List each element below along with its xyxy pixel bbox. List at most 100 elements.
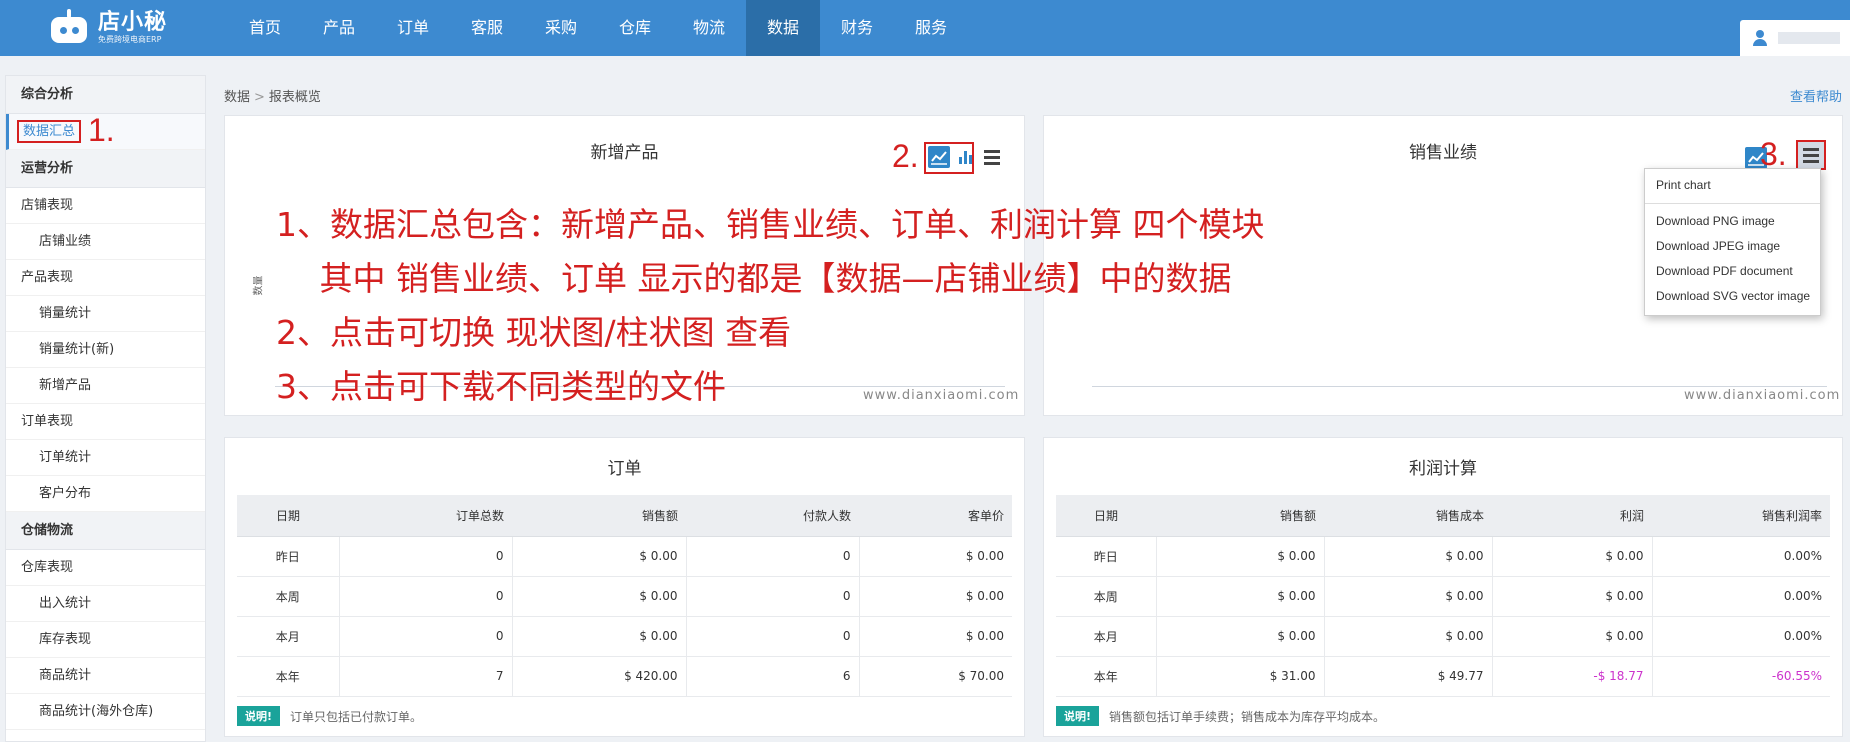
sidebar-item-label: 客户分布 [39, 486, 92, 501]
sidebar-item[interactable]: 店铺业绩 [6, 224, 205, 260]
sidebar-item-label: 数据汇总 [17, 120, 82, 143]
sidebar-item[interactable]: 库存表现 [6, 622, 205, 658]
nav-item[interactable]: 首页 [228, 0, 302, 56]
nav-item[interactable]: 物流 [672, 0, 746, 56]
nav-item[interactable]: 产品 [302, 0, 376, 56]
table-cell: $ 420.00 [511, 656, 686, 697]
sidebar-item[interactable]: 出入统计 [6, 586, 205, 622]
table-cell: 6 [685, 656, 859, 697]
chart-watermark: www.dianxiaomi.com [1684, 388, 1841, 403]
column-header: 销售额 [512, 495, 686, 537]
nav-item[interactable]: 订单 [376, 0, 450, 56]
table-cell: 0 [338, 576, 512, 617]
sidebar-item-label: 销量统计 [39, 306, 92, 321]
sidebar-item-label: 新增产品 [39, 378, 92, 393]
column-header: 利润 [1492, 495, 1652, 537]
sidebar-item[interactable]: 商品统计(海外仓库) [6, 694, 205, 730]
table-cell: $ 0.00 [1491, 576, 1652, 617]
table-cell: $ 0.00 [1491, 536, 1652, 577]
user-menu[interactable] [1740, 20, 1850, 56]
table-cell: 0 [685, 536, 859, 577]
sidebar-group: 仓储物流 [6, 512, 205, 550]
table-row: 本月 $ 0.00 $ 0.00 $ 0.00 0.00% [1056, 616, 1830, 657]
table-cell: $ 0.00 [1155, 616, 1324, 657]
export-menu-icon[interactable] [1799, 144, 1823, 166]
sidebar-item-label: 综合分析 [21, 87, 74, 102]
table-cell: $ 0.00 [1323, 576, 1492, 617]
breadcrumb: 数据 > 报表概览 [224, 86, 321, 105]
annotation-line: 其中 销售业绩、订单 显示的都是【数据—店铺业绩】中的数据 [276, 259, 1232, 298]
table-row: 本年 $ 31.00 $ 49.77 -$ 18.77 -60.55% [1056, 656, 1830, 697]
bar-chart-icon[interactable] [954, 146, 976, 168]
table-row: 本月 0 $ 0.00 0 $ 0.00 [237, 616, 1012, 657]
table-cell: 昨日 [237, 536, 339, 577]
sidebar-item[interactable]: 商品统计 [6, 658, 205, 694]
nav-item[interactable]: 采购 [524, 0, 598, 56]
breadcrumb-root[interactable]: 数据 [224, 90, 250, 105]
sidebar-item-label: 出入统计 [39, 596, 92, 611]
panel-title-sales: 销售业绩 [1409, 143, 1477, 163]
table-cell: 本年 [1056, 656, 1156, 697]
sidebar-item[interactable]: 销量统计(新) [6, 332, 205, 368]
note-badge: 说明! [1056, 706, 1100, 726]
export-menu-item[interactable]: Download PDF document [1645, 259, 1820, 284]
sidebar-item[interactable]: 客户分布 [6, 476, 205, 512]
sidebar-item-label: 店铺表现 [21, 198, 74, 213]
sidebar-item[interactable]: 订单表现 [6, 404, 205, 440]
table-cell: 本月 [237, 616, 339, 657]
help-link[interactable]: 查看帮助 [1790, 86, 1842, 105]
top-nav-bar: 店小秘 免费跨境电商ERP 首页 产品 订单 客服 采购 仓库 物流 数据 财务 服务 [0, 0, 1850, 56]
table-cell: -60.55% [1651, 656, 1830, 697]
table-cell: 0.00% [1651, 576, 1830, 617]
table-cell: 0.00% [1651, 536, 1830, 577]
nav-item[interactable]: 客服 [450, 0, 524, 56]
sidebar-item-label: 店铺业绩 [39, 234, 92, 249]
annotation-line: 1、数据汇总包含：新增产品、销售业绩、订单、利润计算 四个模块 [276, 205, 1265, 244]
logo-title: 店小秘 [98, 10, 168, 35]
table-header-row: 日期 销售额 销售成本 利润 销售利润率 [1056, 495, 1830, 537]
logo-subtitle: 免费跨境电商ERP [98, 35, 162, 44]
sidebar-item[interactable]: 店铺表现 [6, 188, 205, 224]
table-cell: 本月 [1056, 616, 1156, 657]
export-menu-item[interactable]: Download SVG vector image [1645, 284, 1820, 309]
sidebar-item[interactable]: 新增产品 [6, 368, 205, 404]
export-menu-item[interactable]: Download PNG image [1645, 209, 1820, 234]
sidebar-item-label: 商品统计(海外仓库) [39, 704, 154, 719]
nav-item[interactable]: 财务 [820, 0, 894, 56]
table-cell: $ 0.00 [1323, 536, 1492, 577]
note-text: 订单只包括已付款订单。 [290, 709, 423, 724]
table-cell: 0 [338, 536, 512, 577]
robot-logo-icon [48, 9, 90, 47]
orders-table: 日期 订单总数 销售额 付款人数 客单价 昨日 0 $ 0.00 0 $ 0.00 本周 0 $ 0.0… [237, 495, 1012, 697]
note-badge: 说明! [237, 706, 281, 726]
table-cell: 7 [338, 656, 512, 697]
nav-item[interactable]: 数据 [746, 0, 820, 56]
table-cell: $ 0.00 [858, 536, 1012, 577]
sidebar-item-label: 订单统计 [39, 450, 92, 465]
export-menu-item[interactable]: Download JPEG image [1645, 234, 1820, 259]
table-cell: $ 0.00 [511, 616, 686, 657]
line-chart-icon[interactable] [928, 146, 950, 168]
sidebar-item[interactable]: 销量统计 [6, 296, 205, 332]
logo[interactable]: 店小秘 免费跨境电商ERP [48, 6, 167, 50]
sidebar-item[interactable]: 产品表现 [6, 260, 205, 296]
sidebar-item[interactable]: 仓库表现 [6, 550, 205, 586]
table-row: 本周 $ 0.00 $ 0.00 $ 0.00 0.00% [1056, 576, 1830, 617]
sidebar-group: 运营分析 [6, 150, 205, 188]
export-dropdown-menu: Print chart Download PNG image Download JP… [1644, 168, 1821, 316]
nav-item[interactable]: 仓库 [598, 0, 672, 56]
table-cell: 昨日 [1056, 536, 1156, 577]
sidebar-item[interactable]: 订单统计 [6, 440, 205, 476]
user-name-blurred [1778, 32, 1840, 44]
main-nav: 首页 产品 订单 客服 采购 仓库 物流 数据 财务 服务 [228, 0, 968, 56]
profit-table: 日期 销售额 销售成本 利润 销售利润率 昨日 $ 0.00 $ 0.00 $ 0.00 0.00… [1056, 495, 1830, 697]
sidebar-item-label: 仓储物流 [21, 523, 74, 538]
table-cell: $ 0.00 [1155, 536, 1324, 577]
export-menu-item[interactable]: Print chart [1645, 173, 1820, 198]
table-cell: $ 49.77 [1323, 656, 1492, 697]
sidebar-item-label: 运营分析 [21, 161, 74, 176]
nav-item[interactable]: 服务 [894, 0, 968, 56]
table-header-row: 日期 订单总数 销售额 付款人数 客单价 [237, 495, 1012, 537]
chart-menu-icon[interactable] [980, 146, 1004, 168]
table-cell: $ 70.00 [858, 656, 1012, 697]
